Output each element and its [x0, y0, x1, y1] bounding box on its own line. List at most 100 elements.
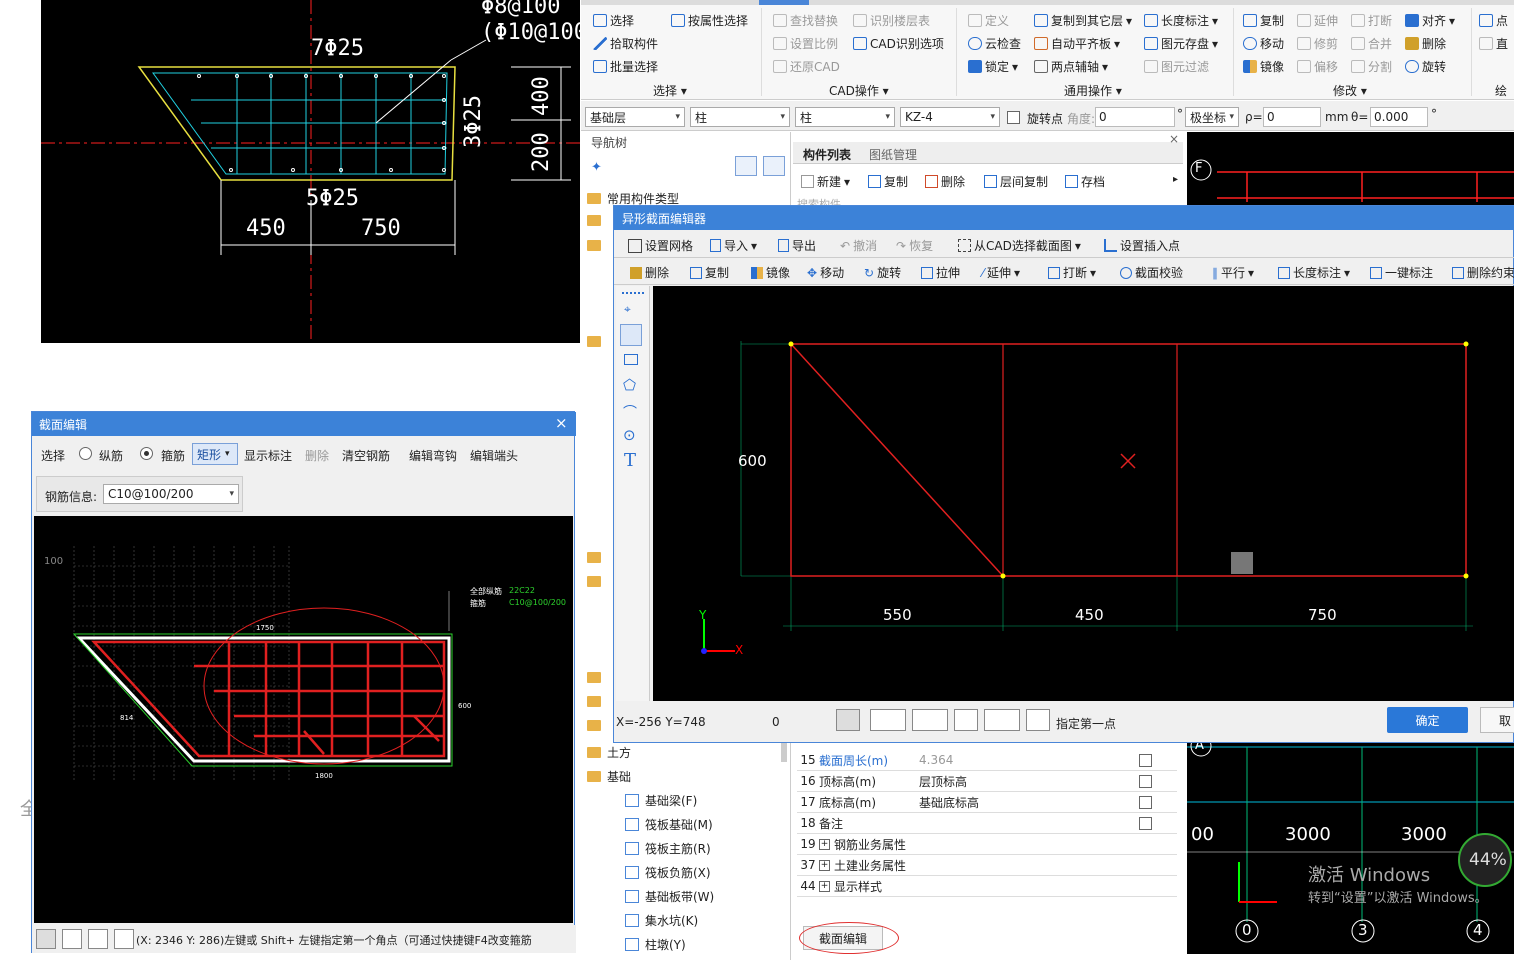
irr-extend-button[interactable]: ⁄ 延伸 ▾: [982, 264, 1020, 281]
more-arrow-icon[interactable]: ▸: [1173, 174, 1178, 185]
align-button[interactable]: 对齐 ▾: [1405, 12, 1455, 29]
offset-button[interactable]: 偏移: [1297, 58, 1338, 75]
edit-end-button[interactable]: 编辑端头: [470, 447, 518, 464]
props-checkbox[interactable]: [1139, 795, 1152, 809]
table-row[interactable]: 17 底标高(m) 基础底标高: [797, 792, 1177, 813]
set-insert-point-button[interactable]: 设置插入点: [1104, 237, 1180, 254]
nav-item-collapsed-c[interactable]: [587, 336, 601, 350]
move-button[interactable]: 移动: [1243, 35, 1284, 52]
nav-pin-icon[interactable]: ✦: [591, 160, 602, 175]
nav-item-raft-neg-rebar[interactable]: 筏板负筋(X): [625, 864, 711, 881]
new-button[interactable]: 新建 ▾: [801, 173, 850, 190]
polygon-tool-icon[interactable]: ⬠: [623, 376, 636, 394]
coord-mode-dropdown[interactable]: 极坐标: [1185, 107, 1239, 127]
angle-input[interactable]: 0: [1095, 107, 1175, 127]
define-button[interactable]: 定义: [968, 12, 1009, 29]
edit-hook-button[interactable]: 编辑弯钩: [409, 447, 457, 464]
nav-item-sump[interactable]: 集水坑(K): [625, 912, 698, 929]
select-group-label[interactable]: 选择 ▾: [653, 82, 687, 99]
break-button[interactable]: 打断: [1351, 12, 1392, 29]
snap2-toggle-icon[interactable]: [912, 709, 948, 731]
identify-floor-table-button[interactable]: 识别楼层表: [853, 12, 930, 29]
irr-move-button[interactable]: ✥ 移动: [807, 264, 844, 281]
two-point-axis-button[interactable]: 两点辅轴 ▾: [1034, 58, 1108, 75]
stirrup-radio[interactable]: [140, 447, 153, 460]
table-row[interactable]: 19 + 钢筋业务属性: [797, 834, 1177, 855]
table-row[interactable]: 44 + 显示样式: [797, 876, 1177, 897]
ortho-toggle-icon[interactable]: [836, 709, 860, 731]
nav-item-collapsed-b[interactable]: [587, 240, 601, 254]
copy-button[interactable]: 复制: [1243, 12, 1284, 29]
delete-constraint-button[interactable]: 删除约束: [1452, 264, 1514, 281]
close-icon[interactable]: ×: [555, 414, 568, 432]
snap5-toggle-icon[interactable]: [1026, 709, 1050, 731]
expand-icon[interactable]: +: [819, 880, 830, 892]
section-select-button[interactable]: 选择: [41, 447, 65, 464]
irregular-editor-canvas[interactable]: 600 550 450 750 Y X: [653, 286, 1514, 701]
select-button[interactable]: 选择: [593, 12, 634, 29]
redo-button[interactable]: ↷ 恢复: [896, 237, 933, 254]
table-row[interactable]: 37 + 土建业务属性: [797, 855, 1177, 876]
nav-item-collapsed-d[interactable]: [587, 552, 601, 566]
cancel-button[interactable]: 取: [1480, 707, 1514, 733]
select-by-property-button[interactable]: 按属性选择: [671, 12, 748, 29]
trim-button[interactable]: 修剪: [1297, 35, 1338, 52]
extend-button[interactable]: 延伸: [1297, 12, 1338, 29]
dotted-line-tool-icon[interactable]: [622, 292, 644, 294]
snap-toggle-icon[interactable]: [870, 709, 906, 731]
cloud-check-button[interactable]: 云检查: [968, 35, 1021, 52]
longitudinal-radio[interactable]: [79, 447, 92, 460]
component-dropdown[interactable]: KZ-4: [900, 107, 1000, 127]
perp-icon[interactable]: [88, 929, 108, 949]
nav-item-foundation-beam[interactable]: 基础梁(F): [625, 792, 697, 809]
nav-item-collapsed-e[interactable]: [587, 576, 601, 590]
props-checkbox[interactable]: [1139, 816, 1152, 830]
expand-icon[interactable]: +: [819, 859, 830, 871]
snap4-toggle-icon[interactable]: [984, 709, 1020, 731]
arc-tool-icon[interactable]: ⌒: [623, 402, 637, 422]
nav-item-column-pier[interactable]: 柱墩(Y): [625, 936, 686, 953]
cad-drawing-view[interactable]: Φ8@100 (Φ10@100 7Φ25 3Φ25 5Φ25 450 750 4…: [41, 0, 587, 343]
irr-mirror-button[interactable]: 镜像: [751, 264, 790, 281]
add-icon[interactable]: [114, 929, 134, 949]
one-click-dim-button[interactable]: 一键标注: [1370, 264, 1433, 281]
nav-item-slab-strip[interactable]: 基础板带(W): [625, 888, 714, 905]
element-filter-button[interactable]: 图元过滤: [1144, 58, 1209, 75]
batch-select-button[interactable]: 批量选择: [593, 58, 658, 75]
parallel-button[interactable]: ∥ 平行 ▾: [1212, 264, 1254, 281]
nav-item-raft-main-rebar[interactable]: 筏板主筋(R): [625, 840, 711, 857]
nav-item-collapsed-a[interactable]: [587, 215, 601, 229]
cad-identify-options-button[interactable]: CAD识别选项: [853, 35, 944, 52]
undo-button[interactable]: ↶ 撤消: [840, 237, 877, 254]
modify-group-label[interactable]: 修改 ▾: [1333, 82, 1367, 99]
irr-rotate-button[interactable]: ↻ 旋转: [864, 264, 901, 281]
theta-input[interactable]: 0.000: [1370, 107, 1428, 127]
subtype-dropdown[interactable]: 柱: [795, 107, 895, 127]
grid-view-icon[interactable]: [763, 156, 785, 176]
irr-copy-button[interactable]: 复制: [690, 264, 729, 281]
copy-component-button[interactable]: 复制: [868, 173, 908, 190]
section-delete-button[interactable]: 删除: [305, 447, 329, 464]
delete-button[interactable]: 删除: [1405, 35, 1446, 52]
nav-item-foundation[interactable]: 基础: [587, 768, 631, 785]
rebar-info-input[interactable]: C10@100/200: [103, 484, 239, 504]
rho-input[interactable]: 0: [1263, 107, 1321, 127]
general-group-label[interactable]: 通用操作 ▾: [1064, 82, 1122, 99]
restore-cad-button[interactable]: 还原CAD: [773, 58, 840, 75]
nav-item-collapsed-h[interactable]: [587, 720, 601, 734]
table-row[interactable]: 16 顶标高(m) 层顶标高: [797, 771, 1177, 792]
ortho-icon[interactable]: [36, 929, 56, 949]
pick-component-button[interactable]: 拾取构件: [593, 35, 658, 52]
archive-button[interactable]: 存档: [1065, 173, 1105, 190]
set-scale-button[interactable]: 设置比例: [773, 35, 838, 52]
point-tool-icon[interactable]: ⌖: [624, 302, 631, 317]
props-checkbox[interactable]: [1139, 753, 1152, 767]
shape-dropdown[interactable]: 矩形 ▾: [192, 443, 238, 465]
irregular-title-bar[interactable]: [614, 206, 1514, 230]
circle-tool-icon[interactable]: ⊙: [623, 426, 636, 444]
element-save-button[interactable]: 图元存盘 ▾: [1144, 35, 1218, 52]
irr-length-dim-button[interactable]: 长度标注 ▾: [1278, 264, 1350, 281]
section-canvas[interactable]: 100 全部纵筋 箍筋 22C22 C10@100/200 1750 1800 …: [34, 516, 573, 923]
irr-stretch-button[interactable]: 拉伸: [921, 264, 960, 281]
rectangle-tool-icon[interactable]: [624, 354, 638, 365]
